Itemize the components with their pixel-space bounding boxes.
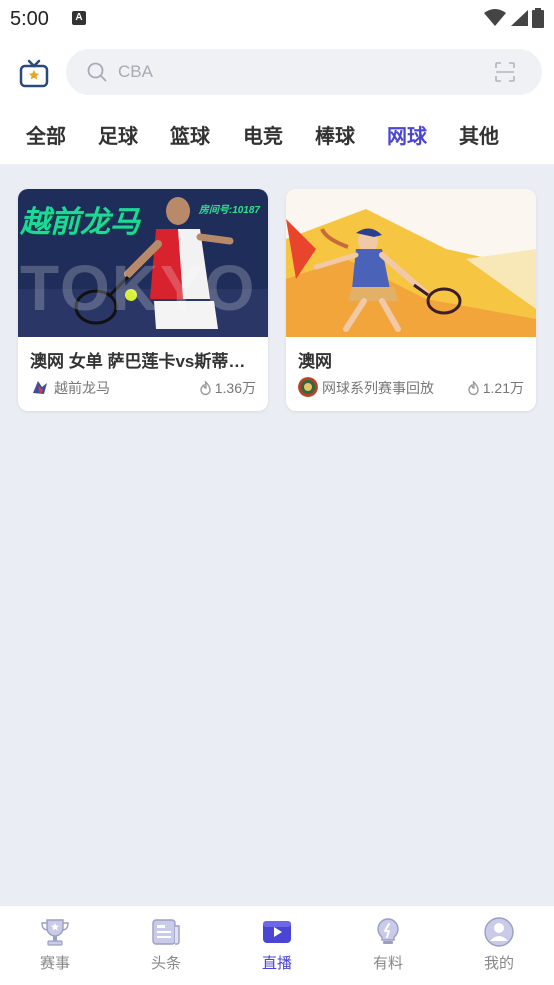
notification-icon: A: [72, 11, 86, 25]
tab-football[interactable]: 足球: [98, 120, 138, 149]
stream-list: TOKYO 房间号:10187 越前龙马 澳网 女单 萨巴莲卡vs斯蒂… 越前龙…: [0, 165, 554, 905]
heat-value: 1.21万: [482, 380, 524, 396]
bulb-icon: [377, 918, 399, 944]
scan-icon[interactable]: [494, 61, 516, 83]
heat-value: 1.36万: [214, 380, 256, 396]
tab-esports[interactable]: 电竞: [243, 120, 283, 149]
card-title: 澳网 女单 萨巴莲卡vs斯蒂…: [30, 352, 246, 371]
stream-card[interactable]: 澳网 网球系列赛事回放 1.21万: [286, 189, 536, 411]
search-input[interactable]: CBA: [66, 49, 542, 95]
tab-baseball[interactable]: 棒球: [315, 120, 355, 149]
user-icon: [484, 917, 514, 947]
tab-other[interactable]: 其他: [459, 120, 499, 149]
card-meta: 越前龙马 1.36万: [30, 376, 256, 398]
status-indicators: [484, 8, 544, 28]
bottom-nav: 赛事 头条 直播 有料 我的: [0, 905, 554, 985]
nav-profile[interactable]: 我的: [444, 916, 554, 973]
nav-label: 我的: [483, 955, 514, 972]
nav-label: 头条: [150, 955, 181, 972]
nav-live[interactable]: 直播: [222, 916, 332, 973]
status-bar: 5:00 A: [0, 0, 554, 38]
author-name: 越前龙马: [54, 380, 110, 396]
nav-label: 直播: [261, 955, 292, 972]
avatar: [30, 377, 50, 397]
stream-card[interactable]: TOKYO 房间号:10187 越前龙马 澳网 女单 萨巴莲卡vs斯蒂… 越前龙…: [18, 189, 268, 411]
heat-count: 1.21万: [467, 378, 524, 398]
news-icon: [152, 919, 180, 945]
nav-news[interactable]: 头条: [111, 916, 221, 973]
flame-icon: [468, 380, 479, 395]
thumb-room: 房间号:10187: [198, 205, 260, 216]
thumb-bg-text: TOKYO: [20, 252, 257, 324]
avatar: [298, 377, 318, 397]
nav-events[interactable]: 赛事: [0, 916, 110, 973]
wifi-icon: [484, 9, 506, 26]
tab-all[interactable]: 全部: [26, 120, 66, 149]
nav-label: 赛事: [39, 955, 70, 972]
tab-basketball[interactable]: 篮球: [170, 120, 210, 149]
tv-icon[interactable]: [18, 58, 50, 90]
signal-icon: [511, 10, 528, 26]
play-icon: [263, 921, 291, 943]
nav-label: 有料: [372, 955, 403, 972]
trophy-icon: [41, 919, 69, 946]
heat-count: 1.36万: [199, 378, 256, 398]
status-time: 5:00: [10, 8, 49, 30]
tab-tennis[interactable]: 网球: [387, 120, 427, 149]
category-tabs: 全部 足球 篮球 电竞 棒球 网球 其他: [0, 108, 554, 165]
battery-icon: [532, 8, 544, 28]
search-icon: [87, 62, 107, 82]
stream-thumbnail: [286, 189, 536, 337]
card-title: 澳网: [298, 352, 332, 371]
thumb-overlay-title: 越前龙马: [20, 206, 140, 239]
card-meta: 网球系列赛事回放 1.21万: [298, 376, 524, 398]
flame-icon: [200, 380, 211, 395]
author-name: 网球系列赛事回放: [322, 380, 434, 396]
search-placeholder: CBA: [118, 62, 153, 81]
nav-insights[interactable]: 有料: [333, 916, 443, 973]
